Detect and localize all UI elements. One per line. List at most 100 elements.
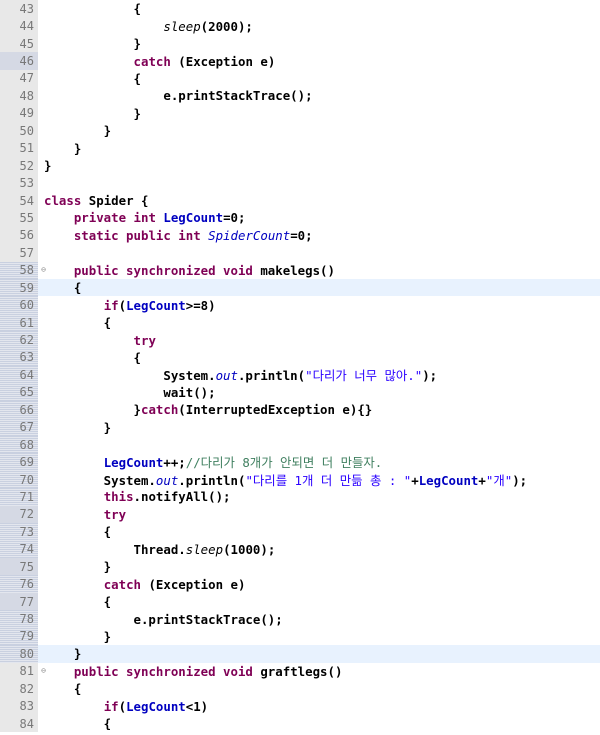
code-line[interactable]: 56 static public int SpiderCount=0; — [0, 226, 600, 245]
line-gutter[interactable]: 65 — [0, 383, 38, 402]
code-line[interactable]: 51 } — [0, 139, 600, 157]
line-gutter[interactable]: 79 — [0, 627, 38, 646]
code-text[interactable]: class Spider { — [38, 193, 148, 208]
code-line[interactable]: 43 { — [0, 0, 600, 18]
line-gutter[interactable]: 49 — [0, 104, 38, 123]
line-gutter[interactable]: 47 — [0, 69, 38, 88]
line-gutter[interactable]: 72 — [0, 505, 38, 524]
code-line[interactable]: 45 } — [0, 34, 600, 53]
code-text[interactable]: { — [38, 315, 111, 330]
line-gutter[interactable]: 78 — [0, 610, 38, 628]
code-text[interactable]: this.notifyAll(); — [38, 489, 231, 504]
code-text[interactable]: public synchronized void graftlegs() — [38, 664, 343, 679]
line-gutter[interactable]: 81 ⊖ — [0, 662, 46, 681]
line-gutter[interactable]: 48 — [0, 87, 38, 105]
code-text[interactable]: System.out.println("다리를 1개 더 만듦 총 : "+Le… — [38, 471, 527, 489]
code-line[interactable]: 80 } — [0, 645, 600, 663]
code-line[interactable]: 84 { — [0, 714, 600, 733]
line-gutter[interactable]: 68 — [0, 435, 38, 454]
line-gutter[interactable]: 52 — [0, 156, 38, 175]
code-text[interactable]: static public int SpiderCount=0; — [38, 228, 313, 243]
code-text[interactable]: } — [38, 646, 81, 661]
code-text[interactable]: { — [38, 280, 81, 295]
code-line[interactable]: 76 catch (Exception e) — [0, 575, 600, 593]
code-line[interactable]: 54 class Spider { — [0, 191, 600, 210]
line-gutter[interactable]: 74 — [0, 540, 38, 558]
code-line[interactable]: 58 ⊖ public synchronized void makelegs() — [0, 261, 600, 279]
code-text[interactable]: private int LegCount=0; — [38, 210, 246, 225]
code-text[interactable]: }catch(InterruptedException e){} — [38, 402, 373, 417]
code-text[interactable]: } — [38, 123, 111, 138]
code-text[interactable]: if(LegCount<1) — [38, 699, 208, 714]
code-text[interactable]: Thread.sleep(1000); — [38, 542, 276, 557]
code-text[interactable]: wait(); — [38, 385, 215, 400]
code-line[interactable]: 69 LegCount++;//다리가 8개가 안되면 더 만들자. — [0, 453, 600, 471]
code-line[interactable]: 72 try — [0, 505, 600, 524]
line-gutter[interactable]: 69 — [0, 453, 38, 471]
line-gutter[interactable]: 50 — [0, 122, 38, 140]
code-text[interactable]: } — [38, 158, 51, 173]
line-gutter[interactable]: 77 — [0, 592, 38, 611]
line-gutter[interactable]: 58 ⊖ — [0, 261, 46, 279]
code-text[interactable]: { — [38, 1, 141, 16]
code-line[interactable]: 52} — [0, 156, 600, 175]
line-gutter[interactable]: 75 — [0, 558, 38, 576]
fold-toggle-icon[interactable]: ⊖ — [41, 265, 46, 274]
code-line[interactable]: 50 } — [0, 122, 600, 140]
code-line[interactable]: 62 try — [0, 331, 600, 349]
code-text[interactable]: } — [38, 420, 111, 435]
line-gutter[interactable]: 61 — [0, 313, 38, 332]
code-text[interactable]: { — [38, 681, 81, 696]
line-gutter[interactable]: 43 — [0, 0, 38, 18]
code-editor[interactable]: 43 {44 sleep(2000); 45 } 46 catch (Excepti… — [0, 0, 600, 735]
line-gutter[interactable]: 45 — [0, 34, 38, 53]
code-text[interactable]: { — [38, 594, 111, 609]
line-gutter[interactable]: 71 — [0, 488, 38, 506]
code-text[interactable]: System.out.println("다리가 너무 많아."); — [38, 366, 437, 384]
code-line[interactable]: 55 private int LegCount=0; — [0, 209, 600, 227]
code-line[interactable]: 63 { — [0, 348, 600, 367]
line-gutter[interactable]: 46 — [0, 52, 38, 70]
code-line[interactable]: 79 } — [0, 627, 600, 646]
code-line[interactable]: 68 — [0, 435, 600, 454]
code-line[interactable]: 61 { — [0, 313, 600, 332]
code-line[interactable]: 66 }catch(InterruptedException e){} — [0, 401, 600, 419]
code-line[interactable]: 78 e.printStackTrace(); — [0, 610, 600, 628]
code-line[interactable]: 57 — [0, 244, 600, 262]
code-line[interactable]: 67 } — [0, 418, 600, 436]
code-text[interactable]: { — [38, 524, 111, 539]
code-line[interactable]: 71 this.notifyAll(); — [0, 488, 600, 506]
code-line[interactable]: 49 } — [0, 104, 600, 123]
line-gutter[interactable]: 51 — [0, 139, 38, 157]
code-text[interactable]: public synchronized void makelegs() — [38, 263, 335, 278]
line-gutter[interactable]: 62 — [0, 331, 38, 349]
code-text[interactable]: } — [38, 141, 81, 156]
line-gutter[interactable]: 73 — [0, 523, 38, 541]
fold-toggle-icon[interactable]: ⊖ — [41, 666, 46, 675]
code-text[interactable]: { — [38, 716, 111, 731]
code-text[interactable]: } — [38, 559, 111, 574]
code-line[interactable]: 64 System.out.println("다리가 너무 많아."); — [0, 366, 600, 384]
code-text[interactable]: try — [38, 507, 126, 522]
line-gutter[interactable]: 84 — [0, 714, 38, 733]
code-line[interactable]: 70 System.out.println("다리를 1개 더 만듦 총 : "… — [0, 470, 600, 489]
line-gutter[interactable]: 63 — [0, 348, 38, 367]
code-line[interactable]: 77 { — [0, 592, 600, 611]
code-text[interactable]: sleep(2000); — [38, 19, 253, 34]
code-line[interactable]: 60 if(LegCount>=8) — [0, 296, 600, 314]
code-line[interactable]: 83 if(LegCount<1) — [0, 697, 600, 715]
code-line[interactable]: 48 e.printStackTrace(); — [0, 87, 600, 105]
code-text[interactable]: } — [38, 106, 141, 121]
code-text[interactable]: catch (Exception e) — [38, 577, 246, 592]
code-text[interactable]: } — [38, 36, 141, 51]
code-text[interactable]: e.printStackTrace(); — [38, 88, 312, 103]
line-gutter[interactable]: 57 — [0, 244, 38, 262]
line-gutter[interactable]: 56 — [0, 226, 38, 245]
line-gutter[interactable]: 64 — [0, 366, 38, 384]
line-gutter[interactable]: 83 — [0, 697, 38, 715]
code-line[interactable]: 65 wait(); — [0, 383, 600, 402]
code-line[interactable]: 75 } — [0, 558, 600, 576]
code-line[interactable]: 81 ⊖ public synchronized void graftlegs() — [0, 662, 600, 681]
code-line[interactable]: 46 catch (Exception e) — [0, 52, 600, 70]
line-gutter[interactable]: 70 — [0, 470, 38, 489]
